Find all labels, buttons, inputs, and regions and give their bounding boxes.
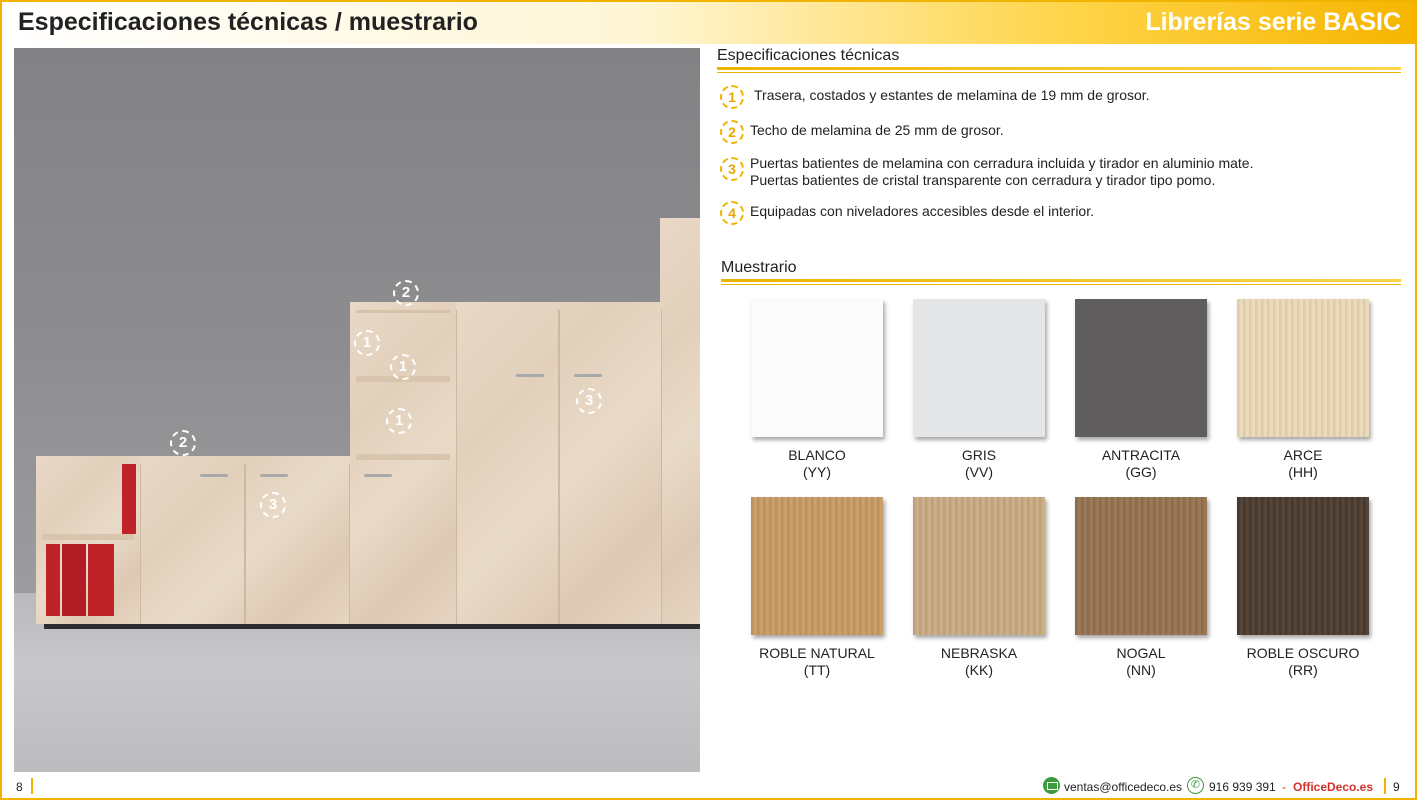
swatch-label: ANTRACITA (GG): [1061, 447, 1221, 481]
spec-marker: 2: [393, 280, 419, 306]
specs-title-underline: [717, 67, 1401, 70]
swatches-title-underline: [721, 279, 1401, 282]
red-binder: [46, 544, 60, 616]
red-binder: [122, 464, 136, 534]
plinth: [44, 624, 700, 629]
swatch-label: NEBRASKA (KK): [899, 645, 1059, 679]
swatch-blanco: [751, 299, 883, 437]
spec-number: 4: [720, 201, 744, 225]
swatch-label: ROBLE OSCURO (RR): [1223, 645, 1383, 679]
swatch-code: (KK): [965, 662, 993, 678]
swatch-arce: [1237, 299, 1369, 437]
swatch-name: NEBRASKA: [940, 645, 1018, 661]
swatch-name: ANTRACITA: [1101, 447, 1181, 463]
spec-number: 1: [720, 85, 744, 109]
spec-marker: 3: [576, 388, 602, 414]
mail-icon: [1043, 777, 1060, 794]
spec-text: Equipadas con niveladores accesibles des…: [750, 203, 1094, 219]
footer-email[interactable]: ventas@officedeco.es: [1064, 780, 1182, 794]
spec-text: Puertas batientes de cristal transparent…: [750, 172, 1216, 188]
swatch-code: (NN): [1126, 662, 1156, 678]
page-number-left: 8: [16, 780, 23, 794]
swatch-roble-oscuro: [1237, 497, 1369, 635]
product-photo: 2 1 1 1 2 3 3: [14, 48, 700, 772]
spec-number: 3: [720, 157, 744, 181]
swatch-code: (VV): [965, 464, 993, 480]
swatches-title-underline-thin: [721, 284, 1401, 285]
swatch-code: (RR): [1288, 662, 1318, 678]
tall-door-cabinet: [456, 302, 662, 624]
spec-number: 2: [720, 120, 744, 144]
swatch-nebraska: [913, 497, 1045, 635]
swatch-name: BLANCO: [788, 447, 846, 463]
swatch-label: ARCE (HH): [1223, 447, 1383, 481]
swatch-label: GRIS (VV): [899, 447, 1059, 481]
tall-cabinet: [660, 218, 700, 626]
swatch-code: (YY): [803, 464, 831, 480]
footer-phone[interactable]: 916 939 391: [1209, 780, 1276, 794]
spec-text: Trasera, costados y estantes de melamina…: [754, 87, 1150, 103]
spec-marker: 2: [170, 430, 196, 456]
swatch-name: ROBLE NATURAL: [759, 645, 875, 661]
swatch-code: (HH): [1288, 464, 1318, 480]
red-binder: [62, 544, 86, 616]
swatch-label: NOGAL (NN): [1061, 645, 1221, 679]
page-header: Especificaciones técnicas / muestrario L…: [2, 2, 1415, 44]
swatch-name: ARCE: [1283, 447, 1323, 463]
footer-divider: [1384, 778, 1386, 794]
footer-separator: -: [1282, 780, 1286, 794]
page-footer: 8 ventas@officedeco.es ✆ 916 939 391 - O…: [0, 776, 1417, 798]
footer-divider: [31, 778, 33, 794]
swatch-code: (GG): [1125, 464, 1157, 480]
swatch-name: NOGAL: [1116, 645, 1166, 661]
spec-marker: 1: [390, 354, 416, 380]
series-title: Librerías serie BASIC: [1145, 8, 1401, 36]
swatches-title: Muestrario: [721, 259, 797, 276]
phone-icon: ✆: [1187, 777, 1204, 794]
low-door-cabinet: [140, 456, 350, 624]
swatch-roble-natural: [751, 497, 883, 635]
specs-title-underline-thin: [717, 72, 1401, 73]
swatch-nogal: [1075, 497, 1207, 635]
swatch-gris: [913, 299, 1045, 437]
page-number-right: 9: [1393, 780, 1400, 794]
footer-brand[interactable]: OfficeDeco.es: [1293, 780, 1373, 794]
spec-text: Puertas batientes de melamina con cerrad…: [750, 155, 1254, 171]
page-title: Especificaciones técnicas / muestrario: [18, 8, 478, 36]
swatch-label: BLANCO (YY): [737, 447, 897, 481]
swatch-name: ROBLE OSCURO: [1246, 645, 1360, 661]
spec-marker: 1: [354, 330, 380, 356]
swatch-name: GRIS: [961, 447, 997, 463]
red-binder: [88, 544, 114, 616]
swatch-code: (TT): [803, 662, 831, 678]
spec-text: Techo de melamina de 25 mm de grosor.: [750, 122, 1004, 138]
swatch-label: ROBLE NATURAL (TT): [737, 645, 897, 679]
low-open-module: [36, 456, 140, 624]
spec-marker: 3: [260, 492, 286, 518]
specs-title: Especificaciones técnicas: [717, 47, 900, 64]
spec-marker: 1: [386, 408, 412, 434]
swatch-antracita: [1075, 299, 1207, 437]
